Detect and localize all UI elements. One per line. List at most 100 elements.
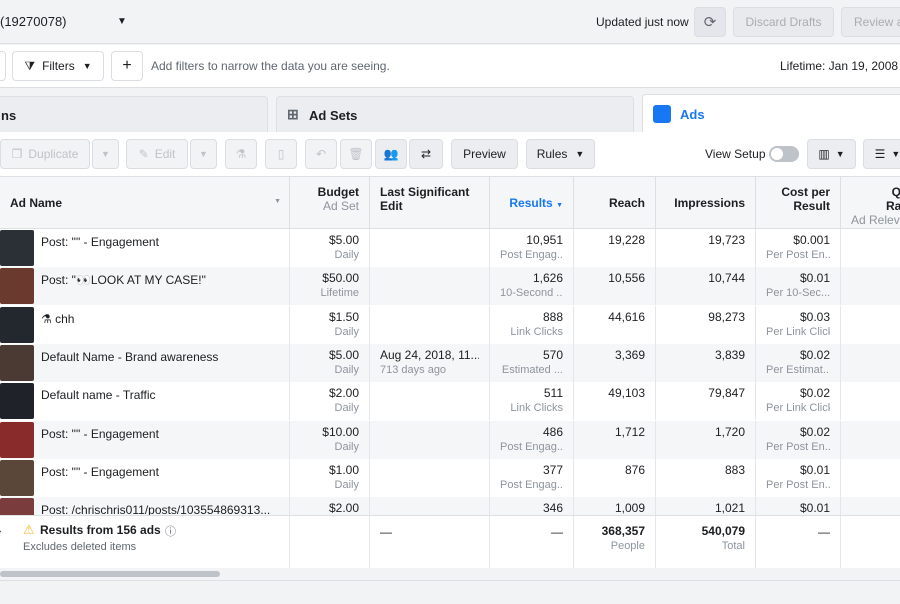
columns-button[interactable]: ▥ ▼ — [807, 139, 856, 169]
ad-name-link[interactable]: Post: "👀LOOK AT MY CASE!" — [41, 273, 206, 287]
table-row[interactable]: Post: "👀LOOK AT MY CASE!" $50.00 Lifetime 1… — [0, 267, 900, 306]
cell-results-value: 486 — [542, 424, 563, 439]
tab-ad-sets[interactable]: ⊞ Ad Sets — [276, 96, 634, 132]
table-row[interactable]: Post: "" - Engagement $10.00 Daily 486 Post … — [0, 420, 900, 459]
plus-icon: + — [122, 57, 132, 74]
cell-quality — [841, 229, 900, 267]
ad-name-link[interactable]: Default Name - Brand awareness — [41, 350, 218, 364]
ad-thumbnail[interactable] — [0, 306, 34, 343]
sort-caret-icon: ▼ — [274, 198, 281, 205]
ab-test-button[interactable]: ⚗ — [225, 139, 257, 169]
prev-control[interactable] — [0, 51, 6, 81]
filters-button[interactable]: ⧩ Filters ▼ — [12, 51, 104, 81]
table-row[interactable]: Post: "" - Engagement $1.00 Daily 377 Post E… — [0, 458, 900, 497]
ad-thumbnail[interactable] — [0, 459, 34, 496]
ad-name-link[interactable]: Post: "" - Engagement — [41, 427, 159, 441]
refresh-icon: ⟳ — [703, 14, 717, 31]
duplicate-dropdown[interactable]: ▼ — [92, 139, 119, 169]
edit-label: Edit — [154, 147, 176, 161]
cell-ad-name[interactable]: Post: "" - Engagement — [0, 420, 290, 459]
col-quality-sub: Ad Releva — [851, 213, 900, 227]
duplicate-button[interactable]: ❐ Duplicate — [0, 139, 90, 169]
add-filter-button[interactable]: + — [111, 51, 143, 81]
col-last-edit[interactable]: Last Significant Edit — [370, 177, 490, 229]
ad-thumbnail[interactable] — [0, 421, 34, 458]
table-row[interactable]: Default Name - Brand awareness $5.00 Daily… — [0, 343, 900, 382]
cell-ad-name[interactable]: Default Name - Brand awareness — [0, 343, 290, 382]
totals-cost: — — [756, 516, 841, 568]
edit-dropdown[interactable]: ▼ — [190, 139, 217, 169]
cell-impressions-value: 79,847 — [708, 386, 745, 401]
lock-icon: ▯ — [277, 147, 285, 161]
cell-last-edit-value: Aug 24, 2018, 11... — [380, 347, 479, 362]
table-row[interactable]: Default name - Traffic $2.00 Daily 511 Link … — [0, 382, 900, 421]
filters-label: Filters — [42, 59, 75, 73]
cell-budget-value: $10.00 — [322, 424, 359, 439]
account-dropdown-icon[interactable]: ▼ — [117, 16, 127, 27]
preview-button[interactable]: Preview — [451, 139, 518, 169]
ad-name-link[interactable]: Post: "" - Engagement — [41, 235, 159, 249]
ad-name-link[interactable]: Default name - Traffic — [41, 388, 156, 402]
audience-button[interactable]: 👥 — [375, 139, 407, 169]
ad-thumbnail[interactable] — [0, 230, 34, 266]
cell-budget: $10.00 Daily — [290, 420, 370, 459]
col-impressions[interactable]: Impressions — [656, 177, 756, 229]
cell-reach-value: 44,616 — [608, 309, 645, 324]
totals-impressions-sub: Total — [721, 540, 745, 552]
cell-ad-name[interactable]: ⚗ chh — [0, 305, 290, 344]
tab-campaigns[interactable]: ns — [0, 96, 268, 132]
cell-cost-per-result: $0.01 Per Post En... — [756, 458, 841, 497]
cell-impressions: 1,720 — [656, 420, 756, 459]
cell-ad-name[interactable]: Post: "" - Engagement — [0, 229, 290, 267]
cell-cost-per-result-value: $0.02 — [799, 386, 830, 401]
col-cost-per-result[interactable]: Cost per Result — [756, 177, 841, 229]
ad-name-link[interactable]: Post: "" - Engagement — [41, 465, 159, 479]
view-setup-toggle[interactable] — [769, 146, 799, 162]
cell-reach: 1,712 — [574, 420, 656, 459]
col-quality[interactable]: Q Ra Ad Releva — [841, 177, 900, 229]
col-budget[interactable]: Budget Ad Set — [290, 177, 370, 229]
ad-thumbnail[interactable] — [0, 268, 34, 305]
table-row[interactable]: ⚗ chh $1.50 Daily 888 Link Clicks 44,616 98,27… — [0, 305, 900, 344]
ad-name-link[interactable]: ⚗ chh — [41, 312, 74, 326]
undo-icon: ↶ — [315, 147, 327, 161]
cell-cost-per-result-sub: Per 10-Sec... — [766, 287, 830, 300]
cell-budget-value: $5.00 — [328, 347, 359, 362]
account-id[interactable]: (19270078) — [0, 14, 67, 29]
horizontal-scrollbar[interactable] — [0, 571, 220, 577]
discard-drafts-button[interactable]: Discard Drafts — [733, 7, 834, 37]
edit-button[interactable]: ✎ Edit — [126, 139, 188, 169]
col-ad-name[interactable]: Ad Name ▼ — [0, 177, 290, 229]
delete-button[interactable]: 🗑 — [340, 139, 372, 169]
cell-budget-sub: Daily — [334, 249, 359, 261]
col-budget-label: Budget — [317, 185, 359, 199]
rules-button[interactable]: Rules ▼ — [526, 139, 595, 169]
date-range[interactable]: Lifetime: Jan 19, 2008 - — [780, 59, 900, 73]
filter-icon: ⧩ — [24, 58, 36, 73]
export-button[interactable]: ⇄ — [409, 139, 443, 169]
undo-button[interactable]: ↶ — [305, 139, 337, 169]
level-tabs: ns ⊞ Ad Sets Ads — [0, 88, 900, 132]
breakdown-button[interactable]: ☰ ▼ — [863, 139, 900, 169]
cell-cost-per-result-value: $0.01 — [799, 271, 830, 286]
ad-thumbnail[interactable] — [0, 383, 34, 420]
refresh-button[interactable]: ⟳ — [694, 7, 726, 37]
ad-thumbnail[interactable] — [0, 344, 34, 381]
totals-impressions: 540,079 Total — [656, 516, 756, 568]
totals-impressions-value: 540,079 — [701, 524, 745, 538]
col-results[interactable]: Results ▼ — [490, 177, 574, 229]
table-header: Ad Name ▼ Budget Ad Set Last Significant… — [0, 177, 900, 229]
col-results-label: Results — [509, 196, 553, 210]
cell-ad-name[interactable]: Default name - Traffic — [0, 382, 290, 421]
lock-button[interactable]: ▯ — [265, 139, 297, 169]
tab-ads[interactable]: Ads — [642, 94, 900, 132]
col-reach[interactable]: Reach — [574, 177, 656, 229]
cell-ad-name[interactable]: Post: "" - Engagement — [0, 458, 290, 497]
columns-icon: ▥ — [818, 147, 830, 161]
review-button[interactable]: Review a — [841, 7, 900, 37]
table-row[interactable]: Post: "" - Engagement $5.00 Daily 10,951 Pos… — [0, 229, 900, 267]
cell-budget: $5.00 Daily — [290, 343, 370, 382]
cell-results-value: 346 — [542, 501, 563, 516]
cell-impressions-value: 19,723 — [708, 233, 745, 247]
cell-ad-name[interactable]: Post: "👀LOOK AT MY CASE!" — [0, 267, 290, 306]
